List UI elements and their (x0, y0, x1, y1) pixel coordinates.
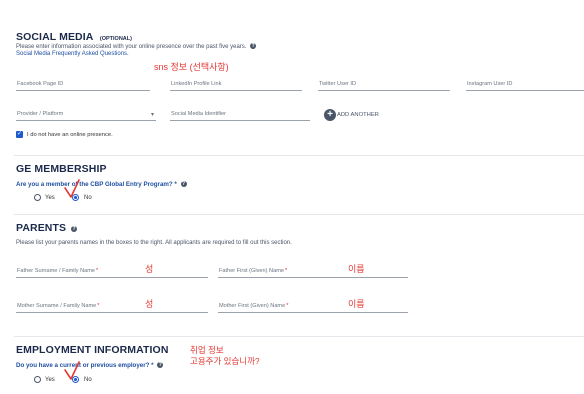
twitter-field[interactable]: Twitter User ID (318, 76, 450, 91)
parents-heading: PARENTS ? (16, 222, 78, 234)
linkedin-label: LinkedIn Profile Link (171, 81, 222, 87)
ge-no-label: No (84, 195, 92, 201)
chevron-down-icon: ▾ (150, 112, 154, 118)
social-media-description: Please enter information associated with… (16, 43, 257, 50)
mother-given-label: Mother First (Given) Name* (219, 303, 288, 309)
add-another-button[interactable]: ADD ANOTHER (337, 112, 379, 118)
divider (14, 214, 584, 215)
employment-yes-radio[interactable] (34, 376, 41, 383)
mother-given-text: Mother First (Given) Name (219, 303, 286, 309)
ge-question-text: Are you a member of the CBP Global Entry… (16, 181, 177, 188)
ge-yes-label: Yes (45, 195, 55, 201)
social-media-title: SOCIAL MEDIA (16, 31, 94, 43)
employment-question: Do you have a current or previous employ… (16, 362, 164, 369)
social-description-text: Please enter information associated with… (16, 44, 247, 50)
social-faq-link[interactable]: Social Media Frequently Asked Questions. (16, 51, 129, 57)
facebook-label: Facebook Page ID (17, 81, 64, 87)
employment-title: EMPLOYMENT INFORMATION (16, 344, 169, 356)
annotation-sns: sns 정보 (선택사항) (154, 62, 229, 72)
help-icon[interactable]: ? (71, 226, 78, 232)
required-mark: * (97, 303, 100, 309)
employment-question-text: Do you have a current or previous employ… (16, 362, 154, 369)
annotation-surname: 성 (145, 264, 154, 274)
parents-description: Please list your parents names in the bo… (16, 240, 292, 246)
instagram-field[interactable]: Instagram User ID (466, 76, 584, 91)
add-another-icon[interactable]: + (324, 109, 336, 121)
annotation-check-mark (64, 361, 80, 380)
identifier-label: Social Media Identifier (171, 111, 227, 117)
ge-question: Are you a member of the CBP Global Entry… (16, 181, 187, 188)
linkedin-field[interactable]: LinkedIn Profile Link (170, 76, 302, 91)
divider (14, 155, 584, 156)
facebook-field[interactable]: Facebook Page ID (16, 76, 150, 91)
mother-surname-field[interactable]: Mother Surname / Family Name* (16, 298, 208, 313)
no-presence-checkbox[interactable]: ✓ (16, 131, 23, 138)
optional-tag: (OPTIONAL) (99, 36, 132, 42)
annotation-check-mark (64, 179, 80, 198)
father-surname-field[interactable]: Father Surname / Family Name* (16, 263, 208, 278)
annotation-given: 이름 (348, 264, 365, 274)
twitter-label: Twitter User ID (319, 81, 356, 87)
divider (14, 336, 584, 337)
help-icon[interactable]: ? (180, 181, 187, 187)
provider-label: Provider / Platform (17, 111, 64, 117)
father-given-text: Father First (Given) Name (219, 268, 284, 274)
annotation-surname: 성 (145, 299, 154, 309)
father-surname-text: Father Surname / Family Name (17, 268, 96, 274)
annotation-employment-line2: 고용주가 있습니까? (190, 356, 260, 366)
provider-select[interactable]: Provider / Platform ▾ (16, 106, 156, 121)
father-given-label: Father First (Given) Name* (219, 268, 287, 274)
ge-membership-title: GE MEMBERSHIP (16, 163, 107, 175)
parents-title: PARENTS (16, 222, 67, 234)
mother-surname-label: Mother Surname / Family Name* (17, 303, 99, 309)
annotation-employment: 취업 정보 고용주가 있습니까? (190, 345, 260, 367)
ge-yes-radio[interactable] (34, 194, 41, 201)
father-surname-label: Father Surname / Family Name* (17, 268, 98, 274)
social-identifier-field[interactable]: Social Media Identifier (170, 106, 310, 121)
instagram-label: Instagram User ID (467, 81, 513, 87)
mother-given-field[interactable]: Mother First (Given) Name* (218, 298, 408, 313)
help-icon[interactable]: ? (157, 362, 164, 368)
no-presence-label: I do not have an online presence. (27, 132, 113, 138)
employment-no-label: No (84, 377, 92, 383)
father-given-field[interactable]: Father First (Given) Name* (218, 263, 408, 278)
required-mark: * (96, 268, 99, 274)
annotation-given: 이름 (348, 299, 365, 309)
required-mark: * (284, 268, 288, 274)
help-icon[interactable]: ? (250, 43, 257, 49)
mother-surname-text: Mother Surname / Family Name (17, 303, 97, 309)
annotation-employment-line1: 취업 정보 (190, 345, 224, 355)
required-mark: * (286, 303, 289, 309)
employment-yes-label: Yes (45, 377, 55, 383)
